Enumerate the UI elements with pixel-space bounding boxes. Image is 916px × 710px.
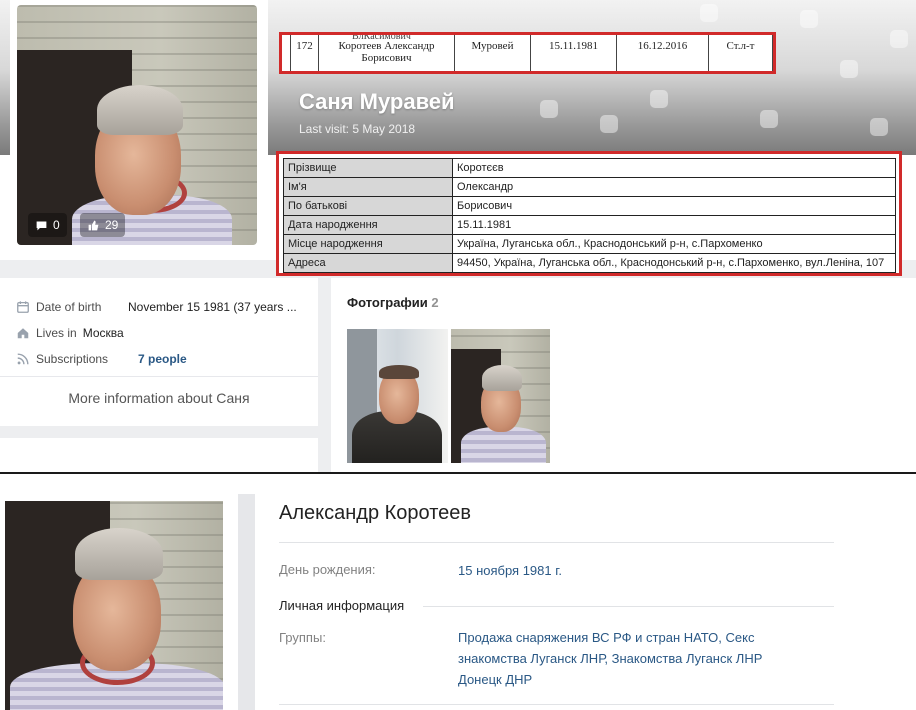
groups-line[interactable]: знакомства Луганск ЛНР, Знакомства Луган… (458, 648, 762, 669)
divider (279, 704, 834, 705)
record-row: Місце народження Україна, Луганська обл.,… (283, 234, 896, 254)
divider (423, 606, 834, 607)
info-subscriptions-label: Subscriptions (36, 352, 109, 366)
registry-fullname: Коротеев Александр Борисович (318, 35, 455, 71)
divider (0, 376, 318, 377)
record-value: Олександр (452, 177, 896, 197)
registry-excerpt: ВлКасимович 172 Коротеев Александр Борис… (279, 32, 776, 74)
record-key: Дата народження (283, 215, 453, 235)
photo-thumbnail[interactable] (347, 329, 448, 463)
registry-fullname-line2: Борисович (361, 52, 412, 64)
photos-header[interactable]: Фотографии 2 (347, 295, 439, 310)
registry-nickname: Муровей (454, 35, 531, 71)
likes-count: 29 (105, 218, 119, 232)
rss-icon (17, 353, 29, 365)
photos-title: Фотографии (347, 295, 428, 310)
record-row: По батькові Борисович (283, 196, 896, 216)
profile-name: Саня Муравей (299, 89, 455, 114)
info-subscriptions-value[interactable]: 7 people (138, 352, 187, 366)
registry-num: 172 (290, 35, 319, 71)
record-value: 15.11.1981 (452, 215, 896, 235)
photo-thumbnail[interactable] (451, 329, 550, 463)
record-key: Ім'я (283, 177, 453, 197)
registry-fullname-line1: Коротеев Александр (338, 40, 435, 52)
record-value: Борисович (452, 196, 896, 216)
second-profile-name: Александр Коротеев (279, 502, 472, 524)
info-city: Lives in Москва (16, 326, 124, 340)
info-birth-value[interactable]: November 15 1981 (37 years ... (128, 300, 297, 314)
comment-icon (36, 220, 47, 230)
avatar-card: 0 29 (10, 0, 268, 252)
profile-screenshot-top: 0 29 Саня Муравей Last visit: 5 May 2018… (0, 0, 916, 472)
record-value: Коротєєв (452, 158, 896, 178)
record-key: Прізвище (283, 158, 453, 178)
info-city-label: Lives in (36, 326, 77, 340)
registry-table: 172 Коротеев Александр Борисович Муровей… (290, 35, 773, 71)
more-info-link[interactable]: More information about Саня (0, 390, 318, 406)
profile-info-card: Date of birth November 15 1981 (37 years… (0, 278, 318, 426)
record-row: Адреса 94450, Україна, Луганська обл., Кр… (283, 253, 896, 273)
groups-line[interactable]: Донецк ДНР (458, 669, 762, 690)
comments-counter[interactable]: 0 (28, 213, 67, 237)
photos-count: 2 (431, 295, 439, 310)
person-record: Прізвище Коротєєв Ім'я Олександр По батько… (276, 151, 902, 276)
record-row: Прізвище Коротєєв (283, 158, 896, 178)
record-value: 94450, Україна, Луганська обл., Краснодо… (452, 253, 896, 273)
person-record-table: Прізвище Коротєєв Ім'я Олександр По батько… (283, 158, 896, 273)
last-visit: Last visit: 5 May 2018 (299, 122, 416, 136)
profile-screenshot-bottom: Александр Коротеев День рождения: 15 ноя… (0, 474, 916, 710)
left-card-stub (0, 438, 318, 472)
groups-list: Продажа снаряжения ВС РФ и стран НАТО, С… (458, 627, 762, 690)
record-key: Адреса (283, 253, 453, 273)
record-key: Місце народження (283, 234, 453, 254)
registry-birth: 15.11.1981 (530, 35, 617, 71)
registry-date: 16.12.2016 (616, 35, 709, 71)
second-avatar-photo[interactable] (5, 501, 223, 710)
birthday-value[interactable]: 15 ноября 1981 г. (458, 560, 562, 581)
info-birth-label: Date of birth (36, 300, 102, 314)
personal-info-heading: Личная информация (279, 598, 405, 613)
groups-line[interactable]: Продажа снаряжения ВС РФ и стран НАТО, С… (458, 627, 762, 648)
thumbs-up-icon (88, 220, 99, 230)
record-key: По батькові (283, 196, 453, 216)
scrollbar[interactable] (238, 494, 255, 710)
photos-card: Фотографии 2 (331, 278, 916, 472)
likes-counter[interactable]: 29 (80, 213, 126, 237)
registry-article: Ст.л-т (708, 35, 773, 71)
avatar-photo[interactable] (17, 5, 257, 245)
record-row: Дата народження 15.11.1981 (283, 215, 896, 235)
info-city-value[interactable]: Москва (83, 326, 124, 340)
home-icon (17, 328, 29, 339)
record-row: Ім'я Олександр (283, 177, 896, 197)
info-birth: Date of birth November 15 1981 (37 years… (16, 300, 297, 314)
groups-label: Группы: (279, 630, 326, 645)
registry-row: 172 Коротеев Александр Борисович Муровей… (290, 35, 773, 71)
info-subscriptions[interactable]: Subscriptions 7 people (16, 352, 187, 366)
comments-count: 0 (53, 218, 60, 232)
record-value: Україна, Луганська обл., Краснодонський … (452, 234, 896, 254)
calendar-icon (17, 301, 29, 313)
birthday-label: День рождения: (279, 562, 376, 577)
divider (279, 542, 834, 543)
